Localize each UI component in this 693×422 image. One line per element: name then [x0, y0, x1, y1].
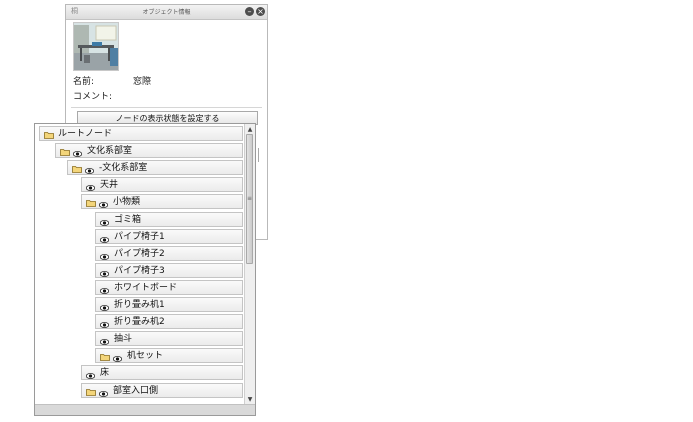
- vertical-scrollbar[interactable]: ▲ ≡ ▼: [244, 124, 255, 405]
- comment-row: コメント:: [73, 89, 112, 102]
- tree-node-label: 抽斗: [114, 334, 133, 345]
- object-thumbnail: [73, 22, 119, 71]
- name-row: 名前: 窓際: [73, 74, 151, 87]
- folder-icon[interactable]: [60, 147, 70, 156]
- tree-node-label: パイプ椅子2: [114, 248, 165, 259]
- comment-label: コメント:: [73, 92, 113, 102]
- folder-icon[interactable]: [100, 352, 110, 362]
- visibility-eye-icon[interactable]: [98, 388, 109, 397]
- visibility-eye-icon[interactable]: [99, 336, 110, 346]
- tree-node[interactable]: 抽斗: [95, 331, 243, 347]
- tree-node[interactable]: 床: [81, 365, 243, 381]
- tree-node-label: 天井: [100, 180, 119, 191]
- visibility-eye-icon[interactable]: [99, 234, 110, 243]
- tree-node-label: パイプ椅子3: [114, 265, 165, 276]
- scroll-thumb[interactable]: ≡: [246, 134, 253, 264]
- tree-node-label: 文化系部室: [87, 146, 133, 157]
- visibility-eye-icon[interactable]: [99, 302, 110, 311]
- tree-node[interactable]: ゴミ箱: [95, 211, 243, 227]
- visibility-eye-icon[interactable]: [99, 217, 110, 226]
- tree-node[interactable]: ルートノード: [39, 126, 243, 141]
- visibility-eye-icon[interactable]: [85, 370, 96, 380]
- tree-node-label: 小物類: [113, 197, 141, 208]
- visibility-eye-icon[interactable]: [112, 353, 123, 363]
- visibility-eye-icon[interactable]: [99, 285, 110, 294]
- tree-node-label: ルートノード: [58, 129, 113, 139]
- tree-node-label: パイプ椅子1: [114, 231, 165, 242]
- tree-node[interactable]: 天井: [81, 177, 243, 193]
- tree-node-label: 机セット: [127, 351, 164, 362]
- folder-icon[interactable]: [44, 130, 54, 139]
- close-icon[interactable]: ×: [256, 7, 265, 16]
- tree-node-label: 部室入口側: [113, 385, 159, 396]
- visibility-eye-icon[interactable]: [85, 182, 96, 192]
- tree-node-label: 折り畳み机1: [114, 300, 165, 310]
- folder-icon[interactable]: [86, 387, 96, 396]
- folder-icon[interactable]: [72, 164, 82, 174]
- horizontal-scrollbar[interactable]: [35, 404, 255, 415]
- panel-edge: [258, 148, 259, 162]
- name-value: 窓際: [133, 77, 152, 87]
- tree-node-label: 床: [100, 368, 110, 379]
- panel-title: オブジェクト情報: [142, 9, 191, 16]
- tree-node[interactable]: ホワイトボード: [95, 279, 243, 295]
- panel-titlebar[interactable]: 桐 オブジェクト情報 – ×: [66, 5, 267, 20]
- minimize-icon[interactable]: –: [245, 7, 254, 16]
- tree-node[interactable]: パイプ椅子2: [95, 245, 243, 261]
- visibility-eye-icon[interactable]: [99, 319, 110, 329]
- scroll-down-icon[interactable]: ▼: [246, 395, 254, 404]
- tree-node-label: 折り畳み机2: [114, 317, 165, 328]
- folder-icon[interactable]: [86, 198, 96, 208]
- grip-icon: ≡: [247, 195, 253, 202]
- scroll-up-icon[interactable]: ▲: [246, 125, 254, 134]
- tree-node-label: ホワイトボード: [114, 282, 178, 293]
- divider: [71, 107, 262, 108]
- tree-node[interactable]: 文化系部室: [55, 143, 243, 159]
- tree-node[interactable]: パイプ椅子3: [95, 262, 243, 278]
- tree-node[interactable]: 折り畳み机2: [95, 314, 243, 330]
- tree-node[interactable]: 折り畳み机1: [95, 297, 243, 312]
- visibility-eye-icon[interactable]: [98, 199, 109, 209]
- visibility-eye-icon[interactable]: [99, 268, 110, 277]
- tree-node[interactable]: 小物類: [81, 194, 243, 210]
- tree-node[interactable]: 机セット: [95, 348, 243, 364]
- name-label: 名前:: [73, 77, 95, 87]
- tree-node-label: ゴミ箱: [114, 214, 142, 225]
- visibility-eye-icon[interactable]: [84, 165, 95, 175]
- tree-node[interactable]: パイプ椅子1: [95, 228, 243, 244]
- visibility-eye-icon[interactable]: [72, 148, 83, 158]
- node-tree[interactable]: ルートノード文化系部室 -文化系部室 天井小物類ゴミ箱パイプ椅子1 パイプ椅子2 パイプ…: [34, 123, 256, 416]
- tree-node-label: -文化系部室: [99, 163, 148, 174]
- tree-node[interactable]: 部室入口側: [81, 382, 243, 398]
- tree-node[interactable]: -文化系部室: [67, 160, 243, 176]
- visibility-eye-icon[interactable]: [99, 251, 110, 260]
